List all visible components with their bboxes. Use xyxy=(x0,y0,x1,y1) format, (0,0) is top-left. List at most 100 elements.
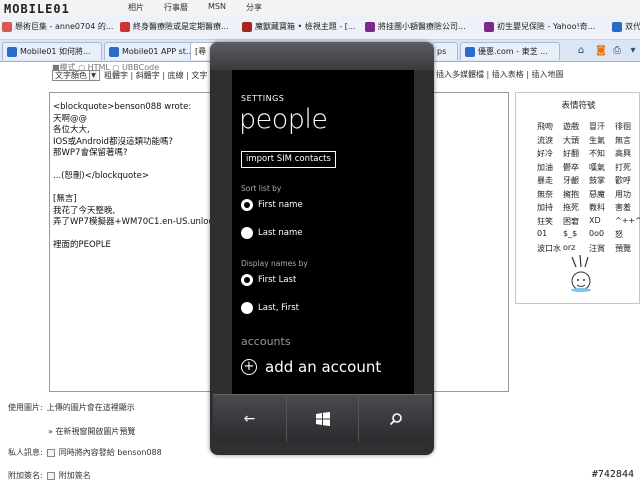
browser-tab[interactable]: Mobile01 如何將... xyxy=(2,42,102,60)
emoji-item[interactable]: XD xyxy=(589,216,615,228)
import-sim-button[interactable]: import SIM contacts xyxy=(241,151,336,168)
emoji-item[interactable]: 流淚 xyxy=(537,135,563,147)
browser-menu-bar: MOBILE01 相片 行事曆 MSN 分享 xyxy=(0,0,640,16)
editor-content: <blockquote>benson088 wrote: 天啊@@ 各位大大, … xyxy=(53,102,219,250)
page-menu-icon[interactable]: ▾ xyxy=(626,44,640,58)
upload-row: 使用圖片: 上傳的圖片會在這裡顯示 xyxy=(8,402,135,413)
bookmark-item[interactable]: 初生嬰兒保險 - Yahoo!奇... xyxy=(484,21,595,32)
bookmark-item[interactable]: 終身醫療險或是定期醫療... xyxy=(120,21,229,32)
phone-top-bezel xyxy=(210,42,434,70)
screen: MOBILE01 相片 行事曆 MSN 分享 懸術巨集 - anne0704 的… xyxy=(0,0,640,486)
display-first-last-radio[interactable]: First Last xyxy=(241,274,296,286)
emoji-item[interactable]: 波口水 xyxy=(537,243,563,255)
home-icon[interactable]: ⌂ xyxy=(574,44,588,58)
start-button[interactable] xyxy=(286,394,359,442)
bookmark-item[interactable]: 双代 xyxy=(612,21,640,32)
notify-checkbox[interactable] xyxy=(46,448,55,457)
site-logo[interactable]: MOBILE01 xyxy=(4,2,70,16)
notify-text: 同時將內容發給 benson088 xyxy=(58,448,162,457)
emoji-item[interactable]: 無奈 xyxy=(537,189,563,201)
insert-toolbar[interactable]: 插入多媒體檔 | 插入表格 | 插入地圖 xyxy=(436,69,564,80)
format-buttons[interactable]: 粗體字 | 斜體字 | 底線 | 文字 xyxy=(104,70,207,81)
windows-icon xyxy=(315,411,330,426)
emoji-item[interactable]: 怒 xyxy=(615,229,640,241)
preview-link[interactable]: » 在新視窗開啟圖片預覽 xyxy=(48,426,135,437)
accounts-heading: accounts xyxy=(241,335,291,348)
notify-label: 私人訊息: xyxy=(8,448,43,457)
emoji-item[interactable]: 飛吻 xyxy=(537,121,563,133)
browser-tab[interactable]: ps xyxy=(432,42,458,60)
search-button[interactable] xyxy=(359,394,432,442)
browser-tab[interactable]: 優惠.com - 東芝 ... xyxy=(460,42,560,60)
emoji-item[interactable]: 歡呼 xyxy=(615,175,640,187)
menu-item-share[interactable]: 分享 xyxy=(246,2,262,13)
tab-favicon-icon xyxy=(7,46,17,57)
emoji-item[interactable]: 加油 xyxy=(537,162,563,174)
signature-checkbox[interactable] xyxy=(46,471,55,480)
rss-icon[interactable]: ◙ xyxy=(594,44,608,58)
menu-item-photos[interactable]: 相片 xyxy=(128,2,144,13)
bookmarks-bar: 懸術巨集 - anne0704 的... 終身醫療險或是定期醫療... 魔獸藏寶… xyxy=(0,16,640,40)
print-icon[interactable]: ⎙ xyxy=(610,44,624,58)
emoji-item[interactable]: 冒汗 xyxy=(589,121,615,133)
watermark: #742844 xyxy=(591,469,634,480)
menu-item-calendar[interactable]: 行事曆 xyxy=(164,2,188,13)
emoji-item[interactable]: 牙齦 xyxy=(563,175,589,187)
emoji-item[interactable]: 大頭 xyxy=(563,135,589,147)
bookmark-icon xyxy=(365,21,375,32)
emoji-item[interactable]: 生氣 xyxy=(589,135,615,147)
emoji-item[interactable]: ^++^ xyxy=(615,216,640,228)
emoji-item[interactable]: 預覽 xyxy=(615,243,640,255)
back-icon: ← xyxy=(243,410,256,427)
emoji-preview-icon xyxy=(571,254,591,292)
bookmark-item[interactable]: 懸術巨集 - anne0704 的... xyxy=(2,21,113,32)
emoji-item[interactable]: 害羞 xyxy=(615,202,640,214)
sort-last-name-radio[interactable]: Last name xyxy=(241,227,303,239)
emoji-item[interactable]: 狂笑 xyxy=(537,216,563,228)
bookmark-icon xyxy=(484,21,494,32)
emoji-item[interactable]: 遊戲 xyxy=(563,121,589,133)
emoji-panel: 表情符號 飛吻 遊戲 冒汗 徘徊 流淚 大頭 生氣 無言 好冷 好翻 不知 高興 加油 鬱卒 嘆氣 打死 暴走牙… xyxy=(515,92,640,304)
emoji-item[interactable]: 擁抱 xyxy=(563,189,589,201)
emoji-item[interactable]: 暴走 xyxy=(537,175,563,187)
emoji-item[interactable]: 惡魔 xyxy=(589,189,615,201)
emoji-item[interactable]: 01 xyxy=(537,229,563,241)
page-title: people xyxy=(239,104,328,135)
format-toolbar: 文字顏色 ▼ 粗體字 | 斜體字 | 底線 | 文字 xyxy=(52,69,207,81)
emoji-item[interactable]: 高興 xyxy=(615,148,640,160)
bookmark-item[interactable]: 魔獸藏寶箱 • 檢視主題 - [... xyxy=(242,21,356,32)
back-button[interactable]: ← xyxy=(213,394,286,442)
emoji-item[interactable]: 嘆氣 xyxy=(589,162,615,174)
search-icon xyxy=(389,412,402,425)
emoji-item[interactable]: 用功 xyxy=(615,189,640,201)
sort-first-name-radio[interactable]: First name xyxy=(241,199,303,211)
emoji-item[interactable]: 不知 xyxy=(589,148,615,160)
emoji-item[interactable]: 好冷 xyxy=(537,148,563,160)
emoji-item[interactable]: 好翻 xyxy=(563,148,589,160)
phone-emulator: SETTINGS people import SIM contacts Sort… xyxy=(210,42,434,455)
emoji-item[interactable]: 鬱卒 xyxy=(563,162,589,174)
emoji-item[interactable]: $_$ xyxy=(563,229,589,241)
bookmark-icon xyxy=(120,21,130,32)
emoji-item[interactable]: 困窘 xyxy=(563,216,589,228)
emoji-item[interactable]: 0o0 xyxy=(589,229,615,241)
menu-item-msn[interactable]: MSN xyxy=(208,2,226,13)
display-last-first-radio[interactable]: Last, First xyxy=(241,302,299,314)
radio-unselected-icon xyxy=(241,227,253,239)
upload-label: 使用圖片: xyxy=(8,403,43,412)
emoji-item[interactable]: 教科 xyxy=(589,202,615,214)
sort-label: Sort list by xyxy=(241,184,282,193)
add-account-button[interactable]: + add an account xyxy=(241,358,381,376)
emoji-item[interactable]: 鼓掌 xyxy=(589,175,615,187)
tab-favicon-icon xyxy=(465,46,475,57)
text-color-select[interactable]: 文字顏色 ▼ xyxy=(52,69,100,81)
bookmark-item[interactable]: 將挂團小額醫療險公司... xyxy=(365,21,466,32)
emoji-item[interactable]: 拖死 xyxy=(563,202,589,214)
signature-row: 附加簽名: 附加簽名 xyxy=(8,470,91,481)
emoji-item[interactable]: 打死 xyxy=(615,162,640,174)
notify-row: 私人訊息: 同時將內容發給 benson088 xyxy=(8,447,162,458)
display-label: Display names by xyxy=(241,259,308,268)
emoji-item[interactable]: 加持 xyxy=(537,202,563,214)
emoji-item[interactable]: 徘徊 xyxy=(615,121,640,133)
emoji-item[interactable]: 無言 xyxy=(615,135,640,147)
